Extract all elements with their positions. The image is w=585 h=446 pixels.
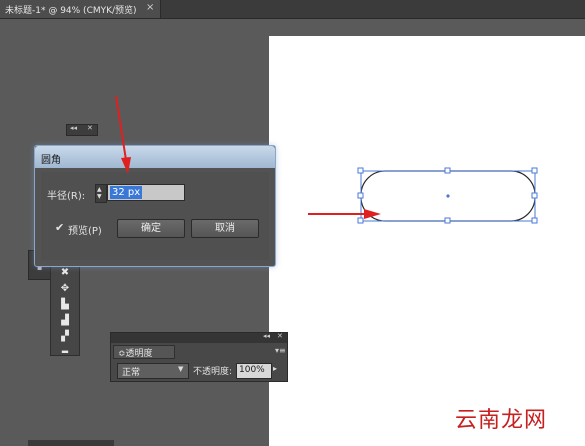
watermark-logo: 云南龙网 (455, 408, 548, 433)
document-tab[interactable]: 未标题-1* @ 94% (CMYK/预览) × (0, 0, 161, 18)
tab-transparency[interactable]: ≎透明度 (113, 345, 175, 359)
opacity-input[interactable]: 100% (236, 363, 272, 379)
opacity-label: 不透明度: (193, 367, 233, 377)
preview-label[interactable]: 预览(P) (68, 222, 102, 237)
document-tab-title: 未标题-1* @ 94% (CMYK/预览) (5, 6, 137, 16)
slice-icon[interactable]: ▂ (57, 343, 73, 355)
radius-stepper[interactable]: ▲ ▼ (95, 184, 107, 203)
collapse-icon[interactable]: ◂◂ (70, 124, 77, 132)
tool-strip: ✖ ✥ ▙ ▟ ▞ ▂ (50, 258, 80, 356)
rounded-corner-dialog: 圆角 半径(R): ▲ ▼ 32 px ✔ 预览(P) 确定 取消 (34, 145, 276, 267)
bottom-panel-stub (28, 440, 114, 446)
dialog-titlebar[interactable]: 圆角 (35, 146, 275, 168)
close-icon[interactable]: × (146, 2, 154, 13)
opacity-dropdown-icon[interactable]: ▸ (273, 364, 277, 373)
radius-label: 半径(R): (47, 191, 86, 202)
close-icon[interactable]: ✕ (277, 332, 283, 340)
preview-checkbox[interactable]: ✔ (55, 221, 64, 234)
chevron-down-icon: ▼ (178, 365, 184, 373)
symbol-sprayer-icon[interactable]: ▙ (57, 299, 73, 311)
radius-input-value: 32 px (110, 186, 143, 199)
panel-header-strip[interactable]: ◂◂ ✕ (111, 332, 287, 343)
dialog-title: 圆角 (41, 155, 61, 166)
perspective-icon[interactable]: ✥ (57, 283, 73, 295)
free-transform-icon[interactable]: ✖ (57, 267, 73, 279)
document-tab-bar: 未标题-1* @ 94% (CMYK/预览) × (0, 0, 585, 19)
tab-transparency-label: ≎透明度 (118, 349, 153, 359)
close-icon[interactable]: ✕ (87, 124, 93, 132)
collapse-icon[interactable]: ◂◂ (263, 332, 270, 340)
cancel-button[interactable]: 取消 (191, 219, 259, 238)
floating-panel-header[interactable]: ◂◂ ✕ (66, 124, 98, 136)
blend-mode-select[interactable]: 正常 ▼ (117, 363, 189, 379)
blend-mode-value: 正常 (122, 368, 141, 378)
panel-menu-icon[interactable]: ▾≡ (275, 346, 286, 355)
stepper-down-icon[interactable]: ▼ (97, 194, 102, 200)
graph-icon[interactable]: ▟ (57, 315, 73, 327)
ok-button[interactable]: 确定 (117, 219, 185, 238)
artboard-canvas[interactable] (269, 36, 585, 446)
opacity-input-value: 100% (239, 365, 265, 375)
transparency-panel: ◂◂ ✕ ≎透明度 ▾≡ 正常 ▼ 不透明度: 100% ▸ (110, 332, 288, 382)
artboard-icon[interactable]: ▞ (57, 331, 73, 343)
radius-input[interactable]: 32 px (107, 184, 185, 201)
